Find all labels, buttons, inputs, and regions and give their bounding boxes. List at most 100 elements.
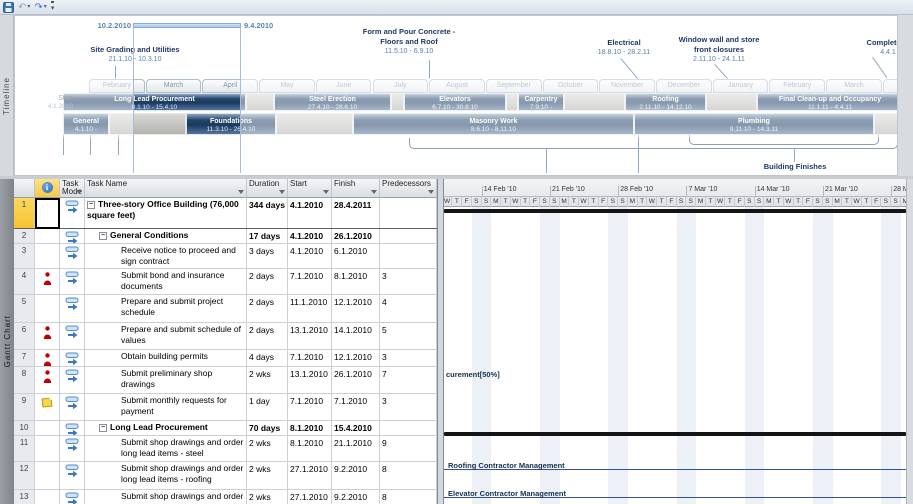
timeline-bar-unlabeled[interactable]	[564, 93, 625, 111]
cell-duration[interactable]: 2 wks	[247, 367, 288, 393]
cell-indicator[interactable]	[35, 367, 60, 393]
timeline-bar-roofing[interactable]: Roofing2.11.10 - 14.12.10	[625, 93, 706, 111]
cell-start[interactable]: 8.1.2010	[288, 421, 332, 435]
cell-predecessors[interactable]: 9	[380, 436, 437, 461]
row-number[interactable]: 9	[14, 394, 35, 420]
callout-form-and-pour-concrete[interactable]: Form and Pour Concrete - Floors and Roof…	[339, 27, 479, 57]
cell-indicator[interactable]	[35, 323, 60, 349]
cell-indicator[interactable]	[35, 462, 60, 489]
timeline-bar-elevators[interactable]: Elevators6.7.10 - 30.8.10	[404, 93, 506, 111]
cell-duration[interactable]: 2 wks	[247, 436, 288, 461]
callout-window-wall[interactable]: Window wall and store front closures 2.1…	[649, 35, 789, 65]
cell-indicator[interactable]	[35, 436, 60, 461]
timeline-bar-unlabeled[interactable]	[874, 113, 898, 135]
cell-predecessors[interactable]	[380, 244, 437, 268]
column-header-duration[interactable]: Duration	[247, 179, 288, 198]
row-number[interactable]: 3	[14, 244, 35, 268]
cell-indicator[interactable]	[35, 269, 60, 294]
cell-predecessors[interactable]	[380, 421, 437, 435]
cell-start[interactable]: 27.1.2010	[288, 490, 332, 504]
row-number[interactable]: 5	[14, 295, 35, 322]
cell-indicator[interactable]	[35, 421, 60, 435]
cell-finish[interactable]: 12.1.2010	[332, 350, 380, 366]
filter-dropdown-icon[interactable]	[323, 190, 329, 194]
cell-duration[interactable]: 70 days	[247, 421, 288, 435]
row-number[interactable]: 2	[14, 229, 35, 243]
cell-predecessors[interactable]: 5	[380, 323, 437, 349]
filter-dropdown-icon[interactable]	[371, 190, 377, 194]
column-header-mode[interactable]: Task Mode	[60, 179, 85, 198]
viewport-box-handle[interactable]	[133, 23, 241, 28]
cell-predecessors[interactable]	[380, 198, 437, 228]
cell-task-name[interactable]: General Conditions	[85, 229, 247, 243]
callout-building-finishes[interactable]: Building Finishes	[715, 162, 875, 172]
cell-start[interactable]: 11.1.2010	[288, 295, 332, 322]
collapse-icon[interactable]	[87, 201, 95, 209]
filter-dropdown-icon[interactable]	[238, 190, 244, 194]
timeline-bar-long-lead-procurement[interactable]: Long Lead Procurement8.1.10 - 15.4.10	[63, 93, 246, 111]
row-number[interactable]: 12	[14, 462, 35, 489]
column-header-info[interactable]: i	[35, 179, 60, 198]
cell-task-mode[interactable]	[60, 462, 85, 489]
cell-duration[interactable]: 2 days	[247, 323, 288, 349]
cell-predecessors[interactable]: 3	[380, 394, 437, 420]
cell-indicator[interactable]	[35, 229, 60, 243]
row-number[interactable]: 13	[14, 490, 35, 504]
cell-duration[interactable]: 2 wks	[247, 462, 288, 489]
cell-duration[interactable]: 2 days	[247, 269, 288, 294]
cell-finish[interactable]: 9.2.2010	[332, 462, 380, 489]
cell-duration[interactable]: 3 days	[247, 244, 288, 268]
cell-finish[interactable]: 9.2.2010	[332, 490, 380, 504]
column-header-finish[interactable]: Finish	[332, 179, 380, 198]
cell-duration[interactable]: 1 day	[247, 394, 288, 420]
cell-duration[interactable]: 4 days	[247, 350, 288, 366]
cell-start[interactable]: 7.1.2010	[288, 269, 332, 294]
undo-button[interactable]: ↶▾	[18, 1, 30, 14]
cell-start[interactable]: 4.1.2010	[288, 198, 332, 228]
timeline-bar-steel-erection[interactable]: Steel Erection27.4.10 - 28.6.10	[274, 93, 391, 111]
cell-predecessors[interactable]: 8	[380, 462, 437, 489]
row-number[interactable]: 10	[14, 421, 35, 435]
viewport-box-left-edge[interactable]	[133, 28, 134, 173]
active-cell-outline[interactable]	[35, 198, 60, 229]
timeline-bar-plumbing[interactable]: Plumbing9.11.10 - 14.3.11	[634, 113, 874, 135]
cell-task-mode[interactable]	[60, 350, 85, 366]
row-number[interactable]: 6	[14, 323, 35, 349]
cell-task-name[interactable]: Prepare and submit schedule ofvalues	[85, 323, 247, 349]
cell-task-name[interactable]: Obtain building permits	[85, 350, 247, 366]
cell-duration[interactable]: 2 wks	[247, 490, 288, 504]
cell-finish[interactable]: 14.1.2010	[332, 323, 380, 349]
collapse-icon[interactable]	[99, 424, 107, 432]
cell-duration[interactable]: 17 days	[247, 229, 288, 243]
cell-predecessors[interactable]: 3	[380, 350, 437, 366]
timeline-bar-unlabeled[interactable]	[706, 93, 757, 111]
cell-finish[interactable]: 8.1.2010	[332, 269, 380, 294]
timeline-bar-unlabeled[interactable]	[246, 93, 274, 111]
cell-task-name[interactable]: Submit preliminary shopdrawings	[85, 367, 247, 393]
cell-indicator[interactable]	[35, 295, 60, 322]
collapse-icon[interactable]	[99, 232, 107, 240]
customize-toolbar-button[interactable]: ▾	[51, 1, 55, 14]
summary-task-bar[interactable]	[444, 432, 906, 436]
timeline-bar-carpentry[interactable]: Carpentry7.9.10 -	[518, 93, 564, 111]
timeline-bar-final-clean-up-and-occupancy[interactable]: Final Clean-up and Occupancy11.1.11 - 4.…	[757, 93, 898, 111]
filter-dropdown-icon[interactable]	[76, 190, 82, 194]
column-header-name[interactable]: Task Name	[85, 179, 247, 198]
cell-indicator[interactable]	[35, 350, 60, 366]
cell-predecessors[interactable]: 7	[380, 367, 437, 393]
cell-start[interactable]: 7.1.2010	[288, 350, 332, 366]
cell-task-name[interactable]: Three-story Office Building (76,000squar…	[85, 198, 247, 228]
cell-task-name[interactable]: Submit shop drawings and orderlong lead …	[85, 436, 247, 461]
cell-finish[interactable]: 26.1.2010	[332, 229, 380, 243]
cell-duration[interactable]: 2 days	[247, 295, 288, 322]
cell-task-name[interactable]: Long Lead Procurement	[85, 421, 247, 435]
filter-dropdown-icon[interactable]	[279, 190, 285, 194]
redo-dropdown-icon[interactable]: ▾	[44, 2, 47, 13]
cell-task-mode[interactable]	[60, 436, 85, 461]
undo-dropdown-icon[interactable]: ▾	[27, 2, 30, 13]
cell-start[interactable]: 8.1.2010	[288, 436, 332, 461]
cell-start[interactable]: 13.1.2010	[288, 323, 332, 349]
timeline-bar-foundations[interactable]: Foundations11.3.10 - 26.4.10	[186, 113, 276, 135]
gantt-pane-strip[interactable]: Gantt Chart	[0, 179, 14, 504]
cell-start[interactable]: 4.1.2010	[288, 229, 332, 243]
